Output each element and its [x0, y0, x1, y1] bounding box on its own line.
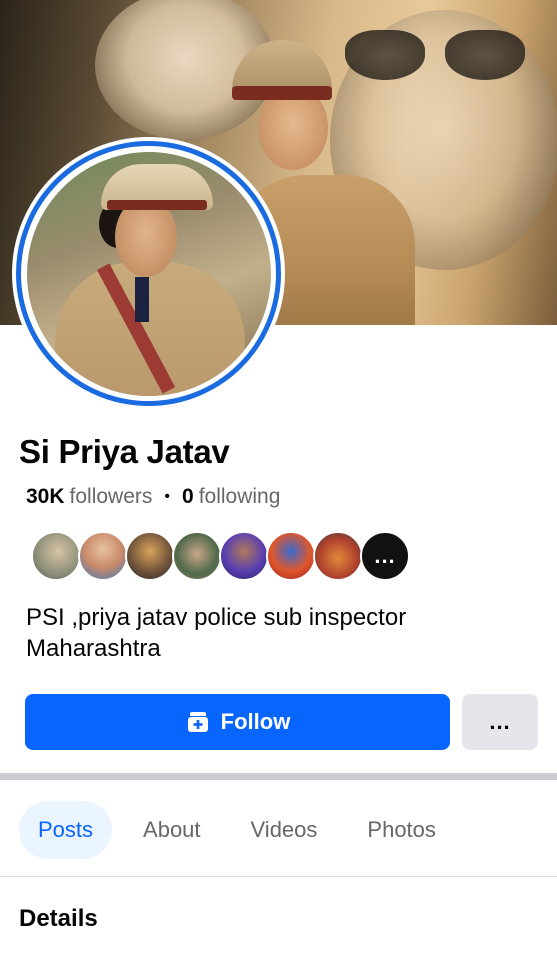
more-options-icon: ... [489, 709, 511, 734]
tab-posts[interactable]: Posts [19, 801, 113, 859]
following-count[interactable]: 0 [182, 485, 194, 509]
add-friend-icon [185, 710, 211, 734]
follower-avatar[interactable] [219, 531, 269, 581]
follower-avatars[interactable]: ... [31, 531, 410, 581]
follower-avatar[interactable] [31, 531, 81, 581]
more-followers-icon: ... [374, 543, 396, 568]
tabs-divider [0, 876, 557, 877]
section-divider [0, 773, 557, 780]
more-followers-avatar[interactable]: ... [360, 531, 410, 581]
following-label[interactable]: following [199, 485, 281, 509]
profile-tabs: Posts About Videos Photos [19, 801, 467, 859]
cover-sunglasses [345, 30, 535, 85]
tab-about[interactable]: About [124, 801, 220, 859]
avatar-cap [100, 163, 213, 210]
avatar-photo [26, 151, 271, 396]
profile-bio: PSI ,priya jatav police sub inspector Ma… [26, 602, 526, 664]
follower-avatar[interactable] [125, 531, 175, 581]
profile-name: Si Priya Jatav [19, 433, 230, 470]
stats-separator: • [164, 488, 171, 505]
avatar-tie [134, 276, 149, 322]
avatar-story-ring [16, 141, 281, 406]
tab-videos[interactable]: Videos [232, 801, 337, 859]
avatar-uniform [54, 261, 245, 396]
follower-avatar[interactable] [313, 531, 363, 581]
tab-photos[interactable]: Photos [348, 801, 455, 859]
bio-line: Maharashtra [26, 635, 161, 662]
followers-count[interactable]: 30K [26, 485, 65, 509]
profile-avatar[interactable] [12, 137, 285, 410]
details-heading: Details [19, 905, 98, 932]
follower-avatar[interactable] [266, 531, 316, 581]
follower-avatar[interactable] [172, 531, 222, 581]
followers-label[interactable]: followers [70, 485, 153, 509]
follow-label: Follow [220, 709, 291, 734]
profile-stats: 30K followers • 0 following [26, 485, 280, 509]
follower-avatar[interactable] [78, 531, 128, 581]
more-options-button[interactable]: ... [462, 694, 538, 750]
bio-line: PSI ,priya jatav police sub inspector [26, 604, 407, 631]
follow-button[interactable]: Follow [25, 694, 450, 750]
